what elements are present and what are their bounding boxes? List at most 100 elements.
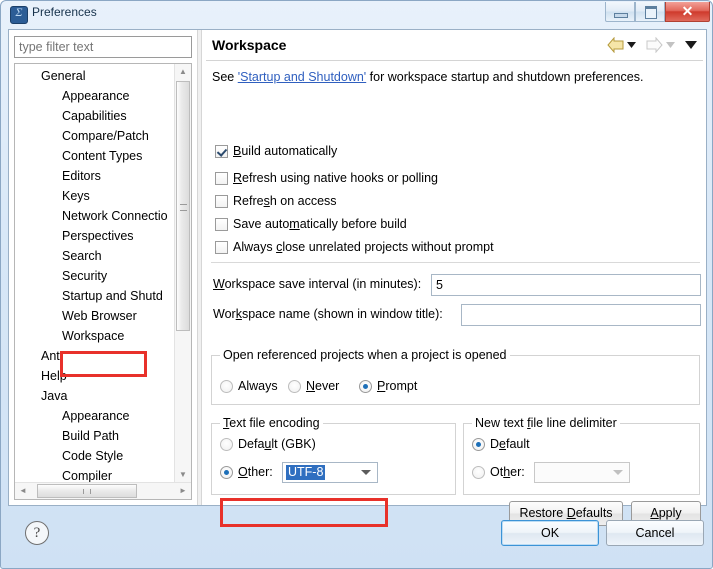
- page-title: Workspace: [212, 37, 287, 53]
- forward-arrow-icon: [646, 37, 663, 53]
- scroll-down-icon[interactable]: ▼: [175, 467, 191, 483]
- chevron-down-icon[interactable]: [361, 470, 371, 475]
- sidebar-item-build-path[interactable]: Build Path: [15, 426, 175, 446]
- radio-selected-icon[interactable]: [359, 380, 372, 393]
- eclipse-icon: Σ: [10, 6, 28, 24]
- startup-shutdown-link[interactable]: 'Startup and Shutdown': [238, 70, 366, 84]
- tree-horizontal-scroll-thumb[interactable]: [37, 484, 137, 498]
- page-header: Workspace: [203, 30, 706, 60]
- chevron-down-icon[interactable]: [613, 470, 623, 475]
- radio-label: Never: [306, 379, 340, 393]
- sidebar-item-label: Appearance: [62, 409, 130, 423]
- line-delimiter-group: New text file line delimiter Default Oth…: [463, 416, 700, 495]
- tree-vertical-scroll-thumb[interactable]: [176, 81, 190, 331]
- encoding-combo[interactable]: UTF-8: [282, 462, 378, 483]
- delimiter-default-label: Default: [490, 437, 530, 451]
- sidebar-item-startup-and-shutd[interactable]: Startup and Shutd: [15, 286, 191, 306]
- radio-label: Prompt: [377, 379, 418, 393]
- scroll-right-icon[interactable]: ►: [175, 483, 191, 499]
- sidebar-item-capabilities[interactable]: Capabilities: [15, 106, 175, 126]
- sidebar-item-label: Compare/Patch: [62, 129, 149, 143]
- maximize-button[interactable]: [635, 2, 665, 22]
- field-label: Workspace save interval (in minutes):: [213, 277, 422, 291]
- preferences-tree-items: General Appearance Capabilities Compare/Pat…: [15, 66, 175, 486]
- sidebar-item-label: Perspectives: [62, 229, 134, 243]
- sidebar-item-label: Content Types: [62, 149, 143, 163]
- save-interval-input[interactable]: [431, 274, 701, 296]
- line-delimiter-title: New text file line delimiter: [472, 416, 620, 430]
- sidebar-item-label: Web Browser: [62, 309, 137, 323]
- help-icon[interactable]: ?: [25, 521, 49, 545]
- sidebar-item-label: Search: [62, 249, 102, 263]
- sidebar-item-label: Build Path: [62, 429, 119, 443]
- encoding-other-radio[interactable]: [220, 466, 233, 479]
- scroll-left-icon[interactable]: ◄: [15, 483, 31, 499]
- dialog-footer: ? OK Cancel: [8, 506, 707, 562]
- checkbox-unchecked-icon[interactable]: [215, 241, 228, 254]
- sidebar-item-label: Appearance: [62, 89, 130, 103]
- close-button[interactable]: ✕: [665, 2, 710, 22]
- intro-prefix: See: [212, 70, 238, 84]
- sidebar-item-java[interactable]: Java: [15, 386, 175, 406]
- pane-splitter[interactable]: [197, 30, 202, 505]
- checkbox-unchecked-icon[interactable]: [215, 195, 228, 208]
- sidebar-item-security[interactable]: Security: [15, 266, 175, 286]
- sidebar-item-compare-patch[interactable]: Compare/Patch: [15, 126, 175, 146]
- sidebar-item-appearance[interactable]: Appearance: [15, 406, 175, 426]
- sidebar-item-web-browser[interactable]: Web Browser: [15, 306, 175, 326]
- open-referenced-projects-title: Open referenced projects when a project …: [220, 348, 510, 362]
- radio-unselected-icon[interactable]: [220, 380, 233, 393]
- back-arrow-icon[interactable]: [607, 37, 624, 53]
- checkbox-checked-icon[interactable]: [215, 145, 228, 158]
- preferences-window: Σ Preferences ✕ General Appearance Capabil…: [0, 0, 713, 569]
- delimiter-other-label: Other:: [490, 465, 525, 479]
- sidebar-item-label: General: [41, 69, 86, 83]
- minimize-button[interactable]: [605, 2, 635, 22]
- view-menu-icon[interactable]: [685, 40, 697, 50]
- filter-input[interactable]: [14, 36, 192, 58]
- delimiter-other-radio[interactable]: [472, 466, 485, 479]
- scroll-up-icon[interactable]: ▲: [175, 64, 191, 80]
- delimiter-combo[interactable]: [534, 462, 630, 483]
- open-referenced-projects-group: Open referenced projects when a project …: [211, 348, 700, 405]
- preferences-tree[interactable]: General Appearance Capabilities Compare/Pat…: [14, 63, 192, 500]
- encoding-combo-value: UTF-8: [286, 465, 326, 480]
- intro-suffix: for workspace startup and shutdown prefe…: [366, 70, 644, 84]
- cancel-button[interactable]: Cancel: [606, 520, 704, 546]
- sidebar-item-code-style[interactable]: Code Style: [15, 446, 175, 466]
- sidebar-item-workspace[interactable]: Workspace: [15, 326, 175, 346]
- sidebar-item-keys[interactable]: Keys: [15, 186, 175, 206]
- sidebar-item-perspectives[interactable]: Perspectives: [15, 226, 175, 246]
- checkbox-label: Save automatically before build: [233, 217, 407, 231]
- preferences-sidebar: General Appearance Capabilities Compare/Pat…: [9, 30, 197, 505]
- sidebar-item-network-connectio[interactable]: Network Connectio: [15, 206, 191, 226]
- sidebar-item-appearance[interactable]: Appearance: [15, 86, 175, 106]
- sidebar-item-label: Editors: [62, 169, 101, 183]
- sidebar-item-search[interactable]: Search: [15, 246, 175, 266]
- sidebar-item-content-types[interactable]: Content Types: [15, 146, 175, 166]
- ok-button[interactable]: OK: [501, 520, 599, 546]
- eclipse-icon-glyph: Σ: [15, 6, 23, 19]
- delimiter-default-radio[interactable]: [472, 438, 485, 451]
- sidebar-item-general[interactable]: General: [15, 66, 175, 86]
- forward-history-dropdown-icon: [666, 42, 675, 48]
- workspace-preference-page: Workspace See 'Startup and Shutdown' for…: [203, 30, 706, 527]
- encoding-default-radio[interactable]: [220, 438, 233, 451]
- workspace-name-input[interactable]: [461, 304, 701, 326]
- sidebar-item-label: Java: [41, 389, 68, 403]
- sidebar-item-label: Security: [62, 269, 108, 283]
- tree-vertical-scrollbar[interactable]: ▲ ▼: [174, 64, 191, 483]
- sidebar-item-label: Network Connectio: [62, 209, 168, 223]
- sidebar-item-label: Startup and Shutd: [62, 289, 163, 303]
- field-label: Workspace name (shown in window title):: [213, 307, 443, 321]
- checkbox-unchecked-icon[interactable]: [215, 218, 228, 231]
- checkbox-label: Build automatically: [233, 144, 338, 158]
- dialog-client-area: General Appearance Capabilities Compare/Pat…: [8, 29, 707, 527]
- radio-unselected-icon[interactable]: [288, 380, 301, 393]
- checkbox-unchecked-icon[interactable]: [215, 172, 228, 185]
- intro-text: See 'Startup and Shutdown' for workspace…: [212, 70, 643, 84]
- text-file-encoding-group: Text file encoding Default (GBK) Other: …: [211, 416, 456, 527]
- tree-horizontal-scrollbar[interactable]: ◄ ►: [15, 482, 191, 499]
- back-history-dropdown-icon[interactable]: [627, 41, 636, 49]
- sidebar-item-editors[interactable]: Editors: [15, 166, 175, 186]
